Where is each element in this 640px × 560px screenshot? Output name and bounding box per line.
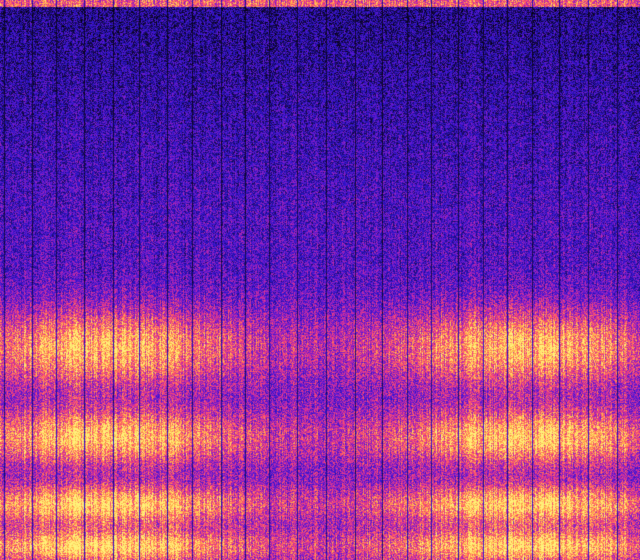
spectrogram-image [0,0,640,560]
spectrogram-view [0,0,640,560]
